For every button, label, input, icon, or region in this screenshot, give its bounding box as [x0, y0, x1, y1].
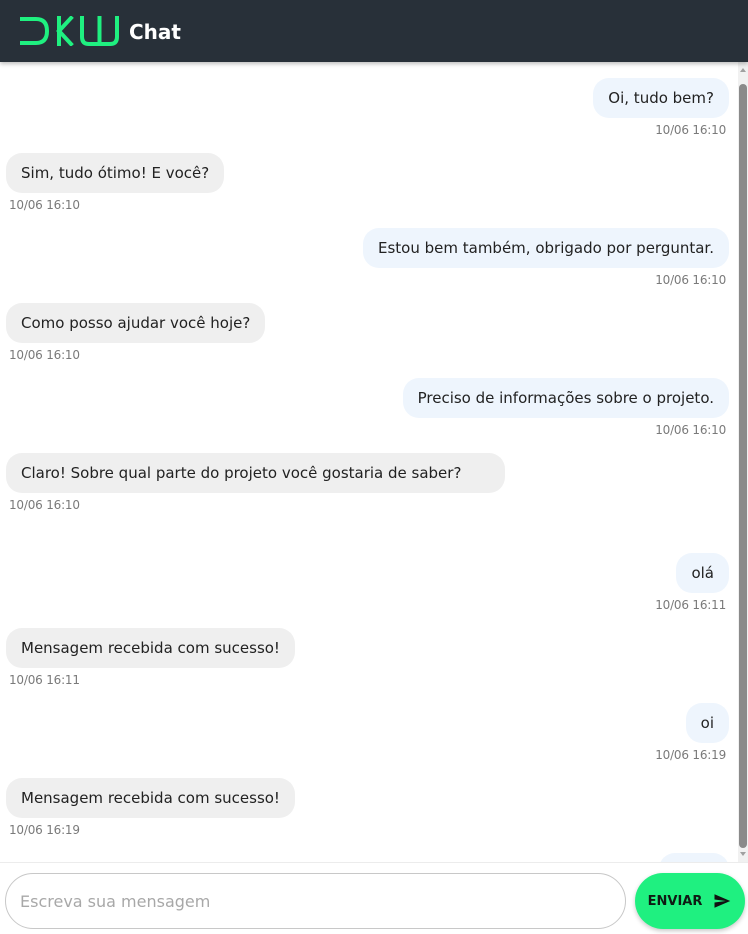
message-sent: Preciso de informações sobre o projeto. … [402, 378, 729, 438]
message-bubble: Mensagem recebida com sucesso! [6, 628, 295, 668]
message-input[interactable] [5, 873, 626, 929]
message-bubble: olá [676, 553, 729, 593]
scroll-down-icon[interactable] [740, 852, 746, 856]
message-received: Mensagem recebida com sucesso! 10/06 16:… [6, 778, 295, 838]
message-bubble: Sim, tudo ótimo! E você? [6, 153, 225, 193]
message-time: 10/06 16:10 [9, 198, 80, 212]
message-time: 10/06 16:11 [655, 598, 726, 612]
message-bubble: Claro! Sobre qual parte do projeto você … [6, 453, 505, 493]
message-time: 10/06 16:11 [9, 673, 80, 687]
message-sent: Oi, tudo bem? 10/06 16:10 [593, 78, 729, 138]
message-time: 10/06 16:10 [655, 273, 726, 287]
scrollbar-thumb[interactable] [739, 84, 747, 848]
app-title: Chat [129, 20, 181, 44]
send-icon [714, 894, 731, 908]
message-bubble: Mensagem recebida com sucesso! [6, 778, 295, 818]
message-received: Sim, tudo ótimo! E você? 10/06 16:10 [6, 153, 225, 213]
message-received: Mensagem recebida com sucesso! 10/06 16:… [6, 628, 295, 688]
message-time: 10/06 16:10 [655, 123, 726, 137]
message-bubble: Preciso de informações sobre o projeto. [402, 378, 729, 418]
message-time: 10/06 16:10 [9, 498, 80, 512]
chat-app: Chat Oi, tudo bem? 10/06 16:10 Sim, tudo… [0, 0, 748, 934]
message-bubble: Como posso ajudar você hoje? [6, 303, 266, 343]
send-button-label: ENVIAR [647, 893, 703, 909]
message-bubble: oi [685, 703, 729, 743]
scrollbar[interactable] [738, 62, 748, 862]
message-received: Claro! Sobre qual parte do projeto você … [6, 453, 505, 513]
header-bar: Chat [0, 0, 748, 62]
message-list: Oi, tudo bem? 10/06 16:10 Sim, tudo ótim… [0, 62, 738, 862]
message-time: 10/06 16:19 [9, 823, 80, 837]
scroll-up-icon[interactable] [740, 68, 746, 72]
message-time: 10/06 16:19 [655, 748, 726, 762]
logo-icon [20, 16, 119, 46]
send-button[interactable]: ENVIAR [635, 873, 745, 929]
composer-bar: ENVIAR [0, 862, 748, 934]
message-time: 10/06 16:10 [655, 423, 726, 437]
message-sent: Estou bem também, obrigado por perguntar… [362, 228, 729, 288]
message-bubble: Oi, tudo bem? [593, 78, 729, 118]
message-received: Como posso ajudar você hoje? 10/06 16:10 [6, 303, 266, 363]
message-bubble-partial [659, 853, 729, 862]
message-sent: olá 10/06 16:11 [655, 553, 729, 613]
message-sent: oi 10/06 16:19 [655, 703, 729, 763]
message-bubble: Estou bem também, obrigado por perguntar… [362, 228, 729, 268]
message-time: 10/06 16:10 [9, 348, 80, 362]
